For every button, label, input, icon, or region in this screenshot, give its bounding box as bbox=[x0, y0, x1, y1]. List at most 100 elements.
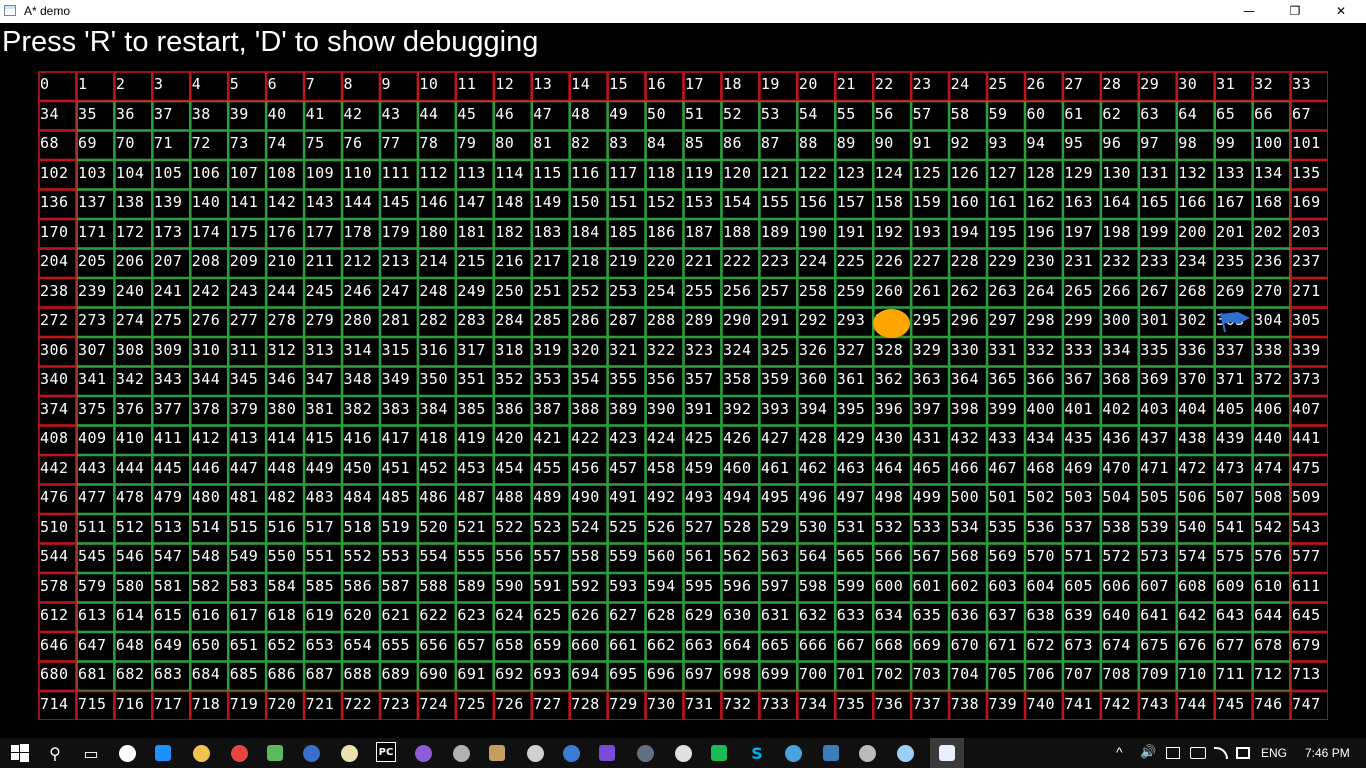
grid-cell[interactable]: 251 bbox=[531, 278, 570, 308]
grid-cell[interactable]: 587 bbox=[379, 573, 418, 603]
grid-cell[interactable]: 417 bbox=[379, 425, 418, 455]
grid-cell[interactable]: 312 bbox=[266, 337, 305, 367]
file-explorer-icon[interactable] bbox=[190, 742, 212, 764]
wall-cell[interactable]: 305 bbox=[1290, 307, 1329, 337]
grid-cell[interactable]: 569 bbox=[987, 543, 1026, 573]
grid-cell[interactable]: 545 bbox=[76, 543, 115, 573]
grid-cell[interactable]: 683 bbox=[152, 661, 191, 691]
grid-cell[interactable]: 253 bbox=[607, 278, 646, 308]
grid-cell[interactable]: 437 bbox=[1138, 425, 1177, 455]
grid-cell[interactable]: 77 bbox=[379, 130, 418, 160]
grid-cell[interactable]: 603 bbox=[987, 573, 1026, 603]
grid-cell[interactable]: 183 bbox=[531, 219, 570, 249]
grid-cell[interactable]: 286 bbox=[569, 307, 608, 337]
grid-cell[interactable]: 49 bbox=[607, 101, 646, 131]
grid-cell[interactable]: 674 bbox=[1100, 632, 1139, 662]
grid-cell[interactable]: 548 bbox=[190, 543, 229, 573]
wall-cell[interactable]: 170 bbox=[38, 219, 77, 249]
grid-cell[interactable]: 219 bbox=[607, 248, 646, 278]
grid-cell[interactable]: 166 bbox=[1176, 189, 1215, 219]
grid-cell[interactable]: 439 bbox=[1214, 425, 1253, 455]
grid-cell[interactable]: 35 bbox=[76, 101, 115, 131]
grid-cell[interactable]: 597 bbox=[759, 573, 798, 603]
powershell-icon[interactable] bbox=[560, 742, 582, 764]
grid-cell[interactable]: 138 bbox=[114, 189, 153, 219]
wall-cell[interactable]: 374 bbox=[38, 396, 77, 426]
grid-cell[interactable]: 354 bbox=[569, 366, 608, 396]
grid-cell[interactable]: 567 bbox=[911, 543, 950, 573]
grid-cell[interactable]: 114 bbox=[493, 160, 532, 190]
grid-cell[interactable]: 274 bbox=[114, 307, 153, 337]
grid-cell[interactable]: 400 bbox=[1024, 396, 1063, 426]
grid-cell[interactable]: 364 bbox=[949, 366, 988, 396]
grid-cell[interactable]: 658 bbox=[493, 632, 532, 662]
grid-cell[interactable]: 189 bbox=[759, 219, 798, 249]
grid-cell[interactable]: 490 bbox=[569, 484, 608, 514]
grid-cell[interactable]: 343 bbox=[152, 366, 191, 396]
grid-cell[interactable]: 447 bbox=[228, 455, 267, 485]
wall-cell[interactable]: 373 bbox=[1290, 366, 1329, 396]
grid-cell[interactable]: 257 bbox=[759, 278, 798, 308]
grid-cell[interactable]: 480 bbox=[190, 484, 229, 514]
wall-cell[interactable]: 15 bbox=[607, 71, 646, 101]
grid-cell[interactable]: 436 bbox=[1100, 425, 1139, 455]
grid-cell[interactable]: 57 bbox=[911, 101, 950, 131]
grid-cell[interactable]: 254 bbox=[645, 278, 684, 308]
grid-cell[interactable]: 649 bbox=[152, 632, 191, 662]
grid-cell[interactable]: 607 bbox=[1138, 573, 1177, 603]
grid-cell[interactable]: 330 bbox=[949, 337, 988, 367]
grid-cell[interactable]: 395 bbox=[835, 396, 874, 426]
grid-cell[interactable]: 239 bbox=[76, 278, 115, 308]
grid-cell[interactable]: 563 bbox=[759, 543, 798, 573]
grid-cell[interactable]: 573 bbox=[1138, 543, 1177, 573]
grid-cell[interactable]: 316 bbox=[417, 337, 456, 367]
grid-cell[interactable]: 368 bbox=[1100, 366, 1139, 396]
grid-cell[interactable]: 55 bbox=[835, 101, 874, 131]
wall-cell[interactable]: 68 bbox=[38, 130, 77, 160]
grid-cell[interactable]: 357 bbox=[683, 366, 722, 396]
grid-cell[interactable]: 195 bbox=[987, 219, 1026, 249]
grid-cell[interactable]: 605 bbox=[1062, 573, 1101, 603]
grid-cell[interactable]: 124 bbox=[873, 160, 912, 190]
wall-cell[interactable]: 735 bbox=[835, 691, 874, 721]
game-canvas[interactable]: Press 'R' to restart, 'D' to show debugg… bbox=[0, 23, 1366, 738]
grid-cell[interactable]: 385 bbox=[455, 396, 494, 426]
close-button[interactable]: ✕ bbox=[1318, 0, 1364, 23]
grid-cell[interactable]: 318 bbox=[493, 337, 532, 367]
grid-cell[interactable]: 537 bbox=[1062, 514, 1101, 544]
grid-cell[interactable]: 500 bbox=[949, 484, 988, 514]
grid-cell[interactable]: 260 bbox=[873, 278, 912, 308]
grid-cell[interactable]: 125 bbox=[911, 160, 950, 190]
wall-cell[interactable]: 17 bbox=[683, 71, 722, 101]
grid-cell[interactable]: 103 bbox=[76, 160, 115, 190]
grid-cell[interactable]: 686 bbox=[266, 661, 305, 691]
grid-cell[interactable]: 39 bbox=[228, 101, 267, 131]
grid-cell[interactable]: 182 bbox=[493, 219, 532, 249]
grid-cell[interactable]: 634 bbox=[873, 602, 912, 632]
grid-cell[interactable]: 94 bbox=[1024, 130, 1063, 160]
grid-cell[interactable]: 362 bbox=[873, 366, 912, 396]
grid-cell[interactable]: 367 bbox=[1062, 366, 1101, 396]
grid-cell[interactable]: 550 bbox=[266, 543, 305, 573]
grid-cell[interactable]: 406 bbox=[1252, 396, 1291, 426]
grid-cell[interactable]: 619 bbox=[304, 602, 343, 632]
grid-cell[interactable]: 557 bbox=[531, 543, 570, 573]
grid-cell[interactable]: 492 bbox=[645, 484, 684, 514]
wall-cell[interactable]: 544 bbox=[38, 543, 77, 573]
grid-cell[interactable]: 211 bbox=[304, 248, 343, 278]
grid-cell[interactable]: 540 bbox=[1176, 514, 1215, 544]
grid-cell[interactable]: 197 bbox=[1062, 219, 1101, 249]
wall-cell[interactable]: 510 bbox=[38, 514, 77, 544]
grid-cell[interactable]: 111 bbox=[379, 160, 418, 190]
grid-cell[interactable]: 696 bbox=[645, 661, 684, 691]
grid-cell[interactable]: 121 bbox=[759, 160, 798, 190]
grid-cell[interactable]: 226 bbox=[873, 248, 912, 278]
grid-cell[interactable]: 301 bbox=[1138, 307, 1177, 337]
grid-cell[interactable]: 356 bbox=[645, 366, 684, 396]
grid-cell[interactable]: 293 bbox=[835, 307, 874, 337]
grid-cell[interactable]: 151 bbox=[607, 189, 646, 219]
grid-cell[interactable]: 304 bbox=[1252, 307, 1291, 337]
grid-cell[interactable]: 458 bbox=[645, 455, 684, 485]
grid-cell[interactable]: 289 bbox=[683, 307, 722, 337]
grid-cell[interactable]: 413 bbox=[228, 425, 267, 455]
